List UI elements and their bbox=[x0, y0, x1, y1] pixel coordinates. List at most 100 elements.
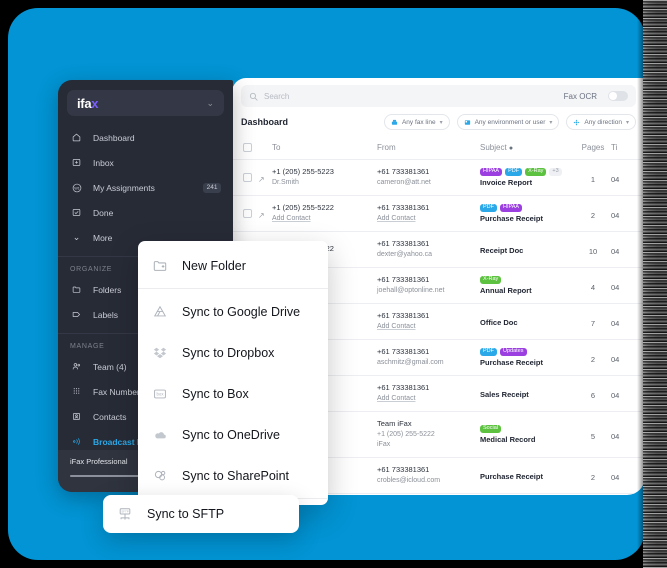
filter-chip-environment[interactable]: Any environment or user ▾ bbox=[456, 114, 560, 130]
menu-item-sync-sftp[interactable]: SFTP Sync to SFTP bbox=[103, 495, 299, 533]
row-from-secondary[interactable]: Add Contact bbox=[377, 394, 480, 404]
table-row[interactable]: ↗ +1 (205) 255-5223 Dr.Smith +61 733381361 c… bbox=[232, 159, 645, 197]
row-time-value: 04 bbox=[611, 472, 620, 482]
sidebar-item-label: Done bbox=[93, 207, 114, 218]
row-select-cell bbox=[232, 159, 258, 197]
row-from-secondary[interactable]: Add Contact bbox=[377, 214, 480, 224]
tag-badge[interactable]: X-Ray bbox=[525, 167, 547, 177]
column-header-to[interactable]: To bbox=[272, 138, 377, 160]
row-tags: PDF HIPAA bbox=[480, 203, 575, 213]
menu-item-label: Sync to Google Drive bbox=[182, 304, 301, 319]
row-from-cell: Team iFax +1 (205) 255-5222 iFax bbox=[377, 411, 480, 459]
row-to-secondary: Dr.Smith bbox=[272, 178, 299, 186]
column-header-from[interactable]: From bbox=[377, 138, 480, 160]
menu-item-sync-dropbox[interactable]: Sync to Dropbox bbox=[138, 332, 328, 373]
chevron-down-icon: ▾ bbox=[439, 119, 443, 126]
row-pages-cell: 6 bbox=[575, 375, 611, 413]
assignments-count-badge: 241 bbox=[203, 182, 221, 193]
tag-badge[interactable]: HIPAA bbox=[500, 203, 523, 213]
row-checkbox[interactable] bbox=[243, 173, 252, 182]
search-input[interactable]: Search bbox=[264, 92, 558, 101]
arrow-outgoing-icon: ↗ bbox=[258, 210, 265, 220]
box-icon: box bbox=[152, 387, 168, 401]
row-time-value: 04 bbox=[611, 318, 620, 328]
row-pages-cell: 2 bbox=[575, 339, 611, 377]
menu-item-label: Sync to Box bbox=[182, 386, 249, 401]
fax-ocr-toggle[interactable] bbox=[608, 91, 628, 101]
sidebar-item-dashboard[interactable]: Dashboard bbox=[58, 125, 233, 150]
menu-item-sync-google-drive[interactable]: Sync to Google Drive bbox=[138, 291, 328, 332]
row-from-primary: +61 733381361 bbox=[377, 347, 430, 357]
filter-chip-label: Any environment or user bbox=[474, 118, 546, 126]
row-from-cell: +61 733381361 dexter@yahoo.ca bbox=[377, 231, 480, 269]
column-header-subject-label: Subject bbox=[480, 143, 507, 152]
row-direction-cell: ↗ bbox=[258, 195, 272, 233]
svg-text:SFTP: SFTP bbox=[121, 510, 129, 514]
row-subject-cell: X-Ray Annual Report bbox=[480, 267, 575, 305]
chevron-down-icon: ▾ bbox=[625, 119, 629, 126]
row-time-value: 04 bbox=[611, 282, 620, 292]
tag-badge[interactable]: HIPAA bbox=[480, 167, 503, 177]
row-pages-value: 2 bbox=[590, 472, 596, 482]
row-to-secondary[interactable]: Add Contact bbox=[272, 214, 377, 224]
brand-logo: ifax bbox=[77, 95, 99, 111]
sidebar-item-inbox[interactable]: Inbox bbox=[58, 150, 233, 175]
search-bar[interactable]: Search Fax OCR bbox=[241, 85, 636, 107]
chevron-down-icon[interactable]: ⌄ bbox=[206, 98, 214, 109]
tag-badge[interactable]: PDF bbox=[480, 347, 497, 357]
row-pages-value: 7 bbox=[590, 318, 596, 328]
tag-more[interactable]: +3 bbox=[549, 167, 562, 177]
row-from-cell: +61 733381361 Add Contact bbox=[377, 195, 480, 233]
column-header-pages[interactable]: Pages bbox=[575, 138, 611, 160]
row-subject-title: Purchase Receipt bbox=[480, 472, 543, 482]
row-from-primary: +61 733381361 bbox=[377, 167, 430, 176]
row-from-cell: +61 733381361 crobles@icloud.com bbox=[377, 457, 480, 495]
filter-chip-fax-line[interactable]: Any fax line ▾ bbox=[383, 114, 450, 130]
menu-item-label: Sync to OneDrive bbox=[182, 427, 280, 442]
contacts-icon bbox=[70, 412, 83, 421]
row-subject-title: Purchase Receipt bbox=[480, 214, 543, 224]
select-all-checkbox[interactable] bbox=[243, 143, 252, 152]
menu-item-sync-onedrive[interactable]: Sync to OneDrive bbox=[138, 414, 328, 455]
tag-badge[interactable]: X-Ray bbox=[480, 275, 502, 285]
sharepoint-icon bbox=[152, 469, 168, 483]
arrow-outgoing-icon: ↗ bbox=[258, 174, 265, 184]
row-from-primary: +61 733381361 bbox=[377, 465, 430, 475]
menu-item-sync-box[interactable]: box Sync to Box bbox=[138, 373, 328, 414]
sidebar-item-my-assignments[interactable]: W1 My Assignments 241 bbox=[58, 175, 233, 200]
row-tags: HIPAA PDF X-Ray +3 bbox=[480, 167, 575, 177]
row-subject-cell: HIPAA PDF X-Ray +3 Invoice Report bbox=[480, 159, 575, 197]
sidebar-item-done[interactable]: Done bbox=[58, 200, 233, 225]
user-avatar-icon: W1 bbox=[70, 183, 83, 193]
row-from-secondary: crobles@icloud.com bbox=[377, 477, 441, 485]
menu-item-new-folder[interactable]: New Folder bbox=[138, 245, 328, 286]
row-pages-value: 5 bbox=[590, 431, 596, 441]
info-icon[interactable]: ● bbox=[509, 145, 513, 152]
row-from-cell: +61 733381361 joehall@optonline.net bbox=[377, 267, 480, 305]
row-to-primary: +1 (205) 255-5223 bbox=[272, 167, 334, 176]
check-square-icon bbox=[70, 208, 83, 217]
row-from-secondary[interactable]: Add Contact bbox=[377, 322, 480, 332]
filter-chip-direction[interactable]: Any direction ▾ bbox=[566, 114, 636, 130]
row-from-cell: +61 733381361 Add Contact bbox=[377, 375, 480, 413]
tag-badge[interactable]: Social bbox=[480, 424, 501, 434]
page-title: Dashboard bbox=[241, 117, 289, 127]
tag-badge[interactable]: PDF bbox=[505, 167, 523, 177]
row-checkbox[interactable] bbox=[243, 209, 252, 219]
row-tags: PDF Updates bbox=[480, 347, 575, 357]
primary-nav: Dashboard Inbox W1 My Assignments 241 Do bbox=[58, 122, 233, 250]
menu-item-sync-sharepoint[interactable]: Sync to SharePoint bbox=[138, 455, 328, 496]
tag-badge[interactable]: PDF bbox=[480, 203, 497, 213]
row-select-cell bbox=[232, 195, 258, 233]
tag-badge[interactable]: Updates bbox=[500, 347, 527, 357]
folder-plus-icon bbox=[152, 259, 168, 273]
menu-item-label: New Folder bbox=[182, 258, 246, 273]
table-row[interactable]: ↗ +1 (205) 255-5222 Add Contact +61 7333813… bbox=[232, 195, 645, 233]
workspace-switcher[interactable]: ifax ⌄ bbox=[67, 90, 224, 116]
column-header-subject[interactable]: Subject ● bbox=[480, 138, 575, 160]
table-header: To From Subject ● Pages Ti bbox=[232, 138, 645, 160]
filter-chip-label: Any fax line bbox=[401, 118, 436, 126]
row-pages-value: 4 bbox=[590, 282, 596, 292]
chevron-down-icon: ⌄ bbox=[72, 232, 81, 242]
row-pages-cell: 2 bbox=[575, 457, 611, 495]
